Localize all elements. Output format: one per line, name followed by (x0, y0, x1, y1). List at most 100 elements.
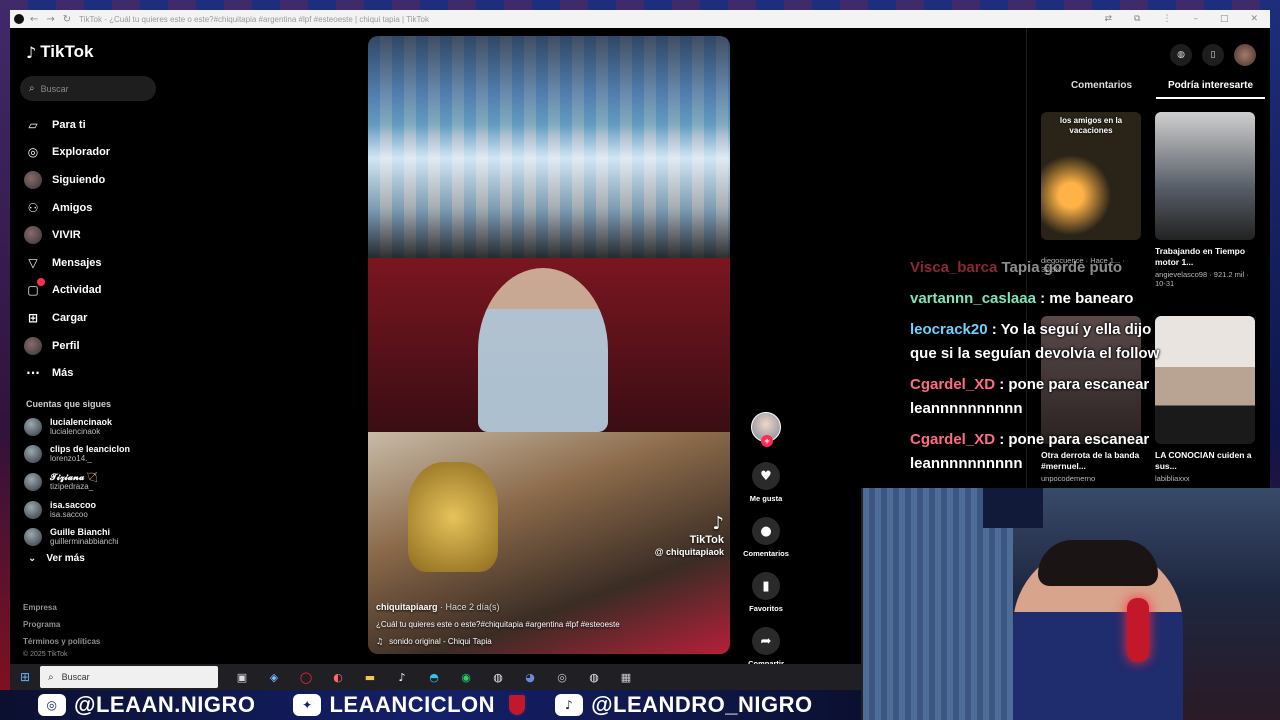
sidebar-item-explorador[interactable]: ◎ Explorador (20, 139, 160, 167)
tiktok-icon[interactable]: ♪ (392, 667, 412, 687)
tab-recommended[interactable]: Podría interesarte (1156, 80, 1265, 99)
home-icon: ▱ (28, 117, 38, 132)
avatar (24, 500, 42, 519)
search-input[interactable]: ⌕ Buscar (20, 76, 156, 101)
search-icon: ⌕ (29, 83, 35, 94)
discord-icon[interactable]: ◕ (520, 667, 540, 687)
minimize-icon[interactable]: – (1193, 14, 1198, 24)
tiktok-note-icon: ♪ (712, 513, 725, 534)
chrome-icon[interactable]: ◍ (488, 667, 508, 687)
follow-plus-icon[interactable]: + (761, 435, 773, 447)
chrome-icon[interactable]: ◍ (584, 667, 604, 687)
taskbar-search-input[interactable]: ⌕ Buscar (40, 666, 218, 688)
upload-icon: ⊞ (27, 310, 39, 325)
following-section-title: Cuentas que sigues (26, 398, 112, 409)
folder-icon[interactable]: ▬ (360, 667, 380, 687)
post-time: · Hace 2 día(s) (440, 602, 500, 612)
sidebar: ♪ TikTok ⌕ Buscar ▱ Para ti ◎ Explorador S… (10, 28, 170, 664)
comment-icon: ● (752, 517, 780, 545)
profile-avatar-icon (24, 336, 42, 355)
sidebar-item-perfil[interactable]: Perfil (20, 332, 160, 360)
bookmark-icon: ▮ (752, 572, 780, 600)
sidebar-item-mas[interactable]: ··· Más (20, 359, 160, 387)
obs-icon[interactable]: ◎ (552, 667, 572, 687)
back-arrow-icon[interactable]: ← (30, 14, 38, 25)
social-banner: ◎ @LEAAN.NIGRO ✦ LEAANCICLON ♪ @LEANDRO_… (0, 690, 861, 720)
sidebar-item-mensajes[interactable]: ▽ Mensajes (20, 249, 160, 277)
following-account[interactable]: clips de leanciclon lorenzo14._ (20, 441, 160, 469)
footer-program-link[interactable]: Programa (23, 616, 100, 633)
avatar[interactable] (1234, 44, 1256, 66)
chat-message: vartannn_caslaaa : me banearo (910, 290, 1134, 307)
club-crest-icon (507, 693, 528, 717)
tiktok-icon: ♪ (555, 694, 584, 716)
following-account[interactable]: isa.saccoo isa.saccoo (20, 496, 160, 524)
footer-company-link[interactable]: Empresa (23, 599, 100, 616)
compass-icon: ◎ (27, 145, 39, 160)
chevron-down-icon: ⌄ (28, 552, 37, 564)
share-button[interactable]: ➦Compartir (738, 627, 794, 668)
task-view-icon[interactable]: ▣ (232, 667, 252, 687)
sidebar-item-actividad[interactable]: ▢ Actividad (20, 277, 160, 305)
video-actions: + ♥Me gusta ●Comentarios ▮Favoritos ➦Com… (738, 412, 794, 668)
video-frame-top (368, 36, 730, 258)
coins-icon[interactable]: ◍ (1170, 44, 1192, 66)
edge-icon[interactable]: ◓ (424, 667, 444, 687)
see-more-button[interactable]: ⌄ Ver más (20, 553, 160, 564)
sidebar-item-amigos[interactable]: ⚇ Amigos (20, 194, 160, 222)
share-arrow-icon: ➦ (752, 627, 780, 655)
following-avatar-icon (24, 170, 42, 189)
menu-dots-icon[interactable]: ⋮ (1162, 14, 1171, 24)
search-placeholder: Buscar (40, 83, 69, 94)
tiktok-logo[interactable]: ♪ TikTok (26, 42, 160, 62)
translate-icon[interactable]: ⇄ (1104, 14, 1112, 24)
top-right-controls: ◍ ▯ (1170, 44, 1256, 66)
extensions-icon[interactable]: ⧉ (1134, 14, 1140, 24)
chat-message: Cgardel_XD : pone para escanear leannnnn… (910, 431, 1150, 472)
windows-taskbar: ⊞ ⌕ Buscar ▣ ◈ ◯ ◐ ▬ ♪ ◓ ◉ ◍ ◕ ◎ ◍ ▦ (10, 664, 861, 690)
app-icon[interactable]: ◐ (328, 667, 348, 687)
avatar (24, 528, 42, 547)
video-author-link[interactable]: chiquitapiaarg (376, 602, 438, 612)
creator-avatar[interactable]: + (751, 412, 781, 447)
comments-button[interactable]: ● Comentarios (738, 517, 794, 558)
wall-banner (983, 488, 1043, 528)
video-thumbnail: los amigos en la vacaciones (1041, 112, 1141, 240)
avatar (24, 445, 42, 464)
tiktok-favicon-icon (14, 14, 24, 24)
video-player[interactable]: ♪ TikTok @ chiquitapiaok chiquitapiaarg … (368, 36, 730, 654)
close-icon[interactable]: ✕ (1250, 14, 1258, 24)
following-account[interactable]: 𝓣𝓲𝔃𝓲𝓪𝓷𝓪 🏹 tizipedraza_ (20, 468, 160, 496)
following-account[interactable]: Guille Bianchi guillerminabbianchi (20, 523, 160, 551)
like-button[interactable]: ♥ Me gusta (738, 462, 794, 503)
footer-terms-link[interactable]: Términos y políticas (23, 633, 100, 650)
video-card[interactable]: los amigos en la vacaciones diegocuence … (1041, 112, 1141, 274)
phone-icon[interactable]: ▯ (1202, 44, 1224, 66)
sidebar-item-siguiendo[interactable]: Siguiendo (20, 166, 160, 194)
twitter-bird-icon: ✦ (293, 694, 322, 716)
tab-title: TikTok - ¿Cuál tu quieres este o este?#c… (79, 14, 430, 24)
microphone (1127, 598, 1149, 662)
copilot-icon[interactable]: ◈ (264, 667, 284, 687)
taskbar-apps: ▣ ◈ ◯ ◐ ▬ ♪ ◓ ◉ ◍ ◕ ◎ ◍ ▦ (232, 667, 636, 687)
video-sound-link[interactable]: ♫ sonido original - Chiqui Tapia (376, 637, 716, 646)
copyright: © 2025 TikTok (23, 651, 68, 658)
following-account[interactable]: lucialencinaok lucialencinaok (20, 413, 160, 441)
sidebar-nav: ▱ Para ti ◎ Explorador Siguiendo ⚇ Amigos V… (20, 111, 160, 387)
tab-comments[interactable]: Comentarios (1047, 80, 1156, 99)
chat-message: Cgardel_XD : pone para escanear leannnnn… (910, 376, 1150, 417)
tiktok-watermark: ♪ TikTok @ chiquitapiaok (654, 513, 725, 557)
sidebar-item-para-ti[interactable]: ▱ Para ti (20, 111, 160, 139)
forward-arrow-icon[interactable]: → (46, 14, 54, 25)
maximize-icon[interactable]: □ (1220, 14, 1229, 24)
opera-icon[interactable]: ◯ (296, 667, 316, 687)
favorites-button[interactable]: ▮ Favoritos (738, 572, 794, 613)
sidebar-item-vivir[interactable]: VIVIR (20, 221, 160, 249)
whatsapp-icon[interactable]: ◉ (456, 667, 476, 687)
footer-links: Empresa Programa Términos y políticas © … (23, 599, 100, 660)
windows-start-icon[interactable]: ⊞ (10, 670, 40, 684)
reload-icon[interactable]: ↻ (63, 14, 71, 25)
video-info: chiquitapiaarg · Hace 2 día(s) ¿Cuál tu … (376, 602, 716, 646)
sidebar-item-cargar[interactable]: ⊞ Cargar (20, 304, 160, 332)
app-icon[interactable]: ▦ (616, 667, 636, 687)
